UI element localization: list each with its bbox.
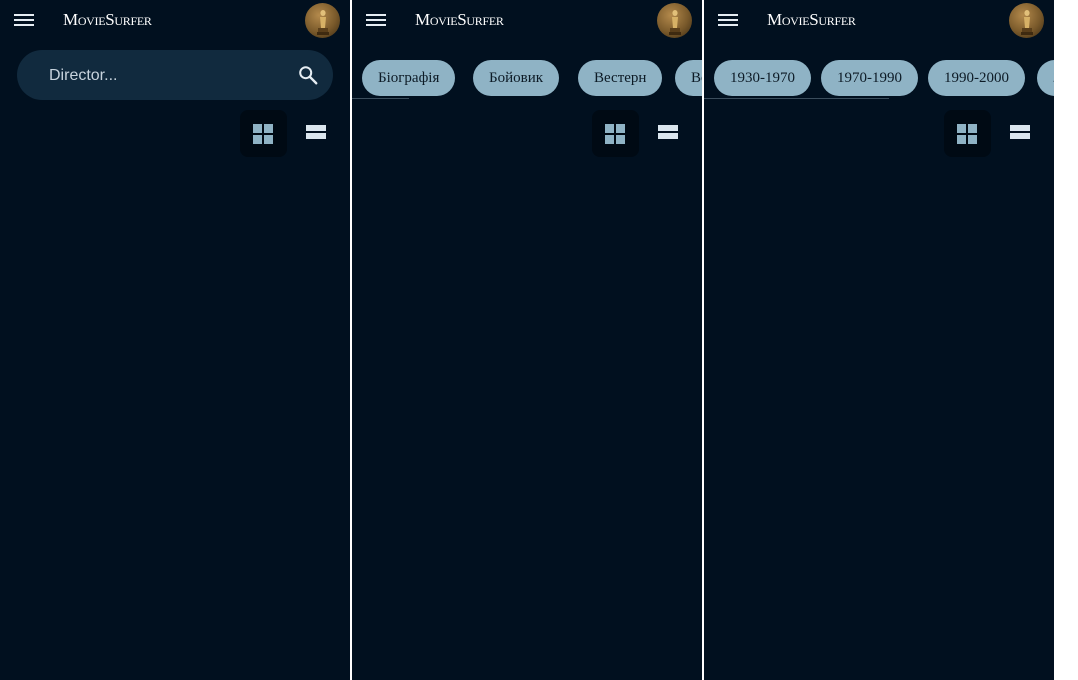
menu-icon[interactable] bbox=[717, 10, 739, 30]
year-chip[interactable]: 2 bbox=[1037, 60, 1054, 96]
grid-view-button[interactable] bbox=[592, 110, 639, 157]
menu-icon[interactable] bbox=[13, 10, 35, 30]
avatar[interactable] bbox=[657, 3, 692, 38]
genre-chip[interactable]: Бойовик bbox=[473, 60, 560, 96]
panel-year-filter: MovieSurfer 1930-1970 1970-1990 1990-200… bbox=[704, 0, 1054, 680]
list-view-icon bbox=[658, 125, 678, 139]
year-chip[interactable]: 1970-1990 bbox=[821, 60, 918, 96]
grid-view-button[interactable] bbox=[944, 110, 991, 157]
grid-view-icon bbox=[605, 124, 625, 144]
avatar[interactable] bbox=[305, 3, 340, 38]
avatar[interactable] bbox=[1009, 3, 1044, 38]
search-input[interactable] bbox=[47, 62, 281, 90]
chip-row-divider bbox=[352, 98, 409, 99]
app-logo[interactable]: MovieSurfer bbox=[767, 10, 856, 30]
list-view-button[interactable] bbox=[303, 118, 330, 148]
list-view-icon bbox=[1010, 125, 1030, 139]
genre-chip[interactable]: Вестерн bbox=[578, 60, 663, 96]
app-logo[interactable]: MovieSurfer bbox=[415, 10, 504, 30]
app-logo[interactable]: MovieSurfer bbox=[63, 10, 152, 30]
genre-chip-row[interactable]: Біографія Бойовик Вестерн Во bbox=[352, 60, 702, 96]
grid-view-button[interactable] bbox=[240, 110, 287, 157]
search-icon[interactable] bbox=[297, 64, 319, 86]
panel-director-search: MovieSurfer bbox=[0, 0, 350, 680]
genre-chip[interactable]: Во bbox=[675, 60, 702, 96]
list-view-button[interactable] bbox=[1007, 118, 1034, 148]
search-bar bbox=[17, 50, 333, 100]
list-view-icon bbox=[306, 125, 326, 139]
menu-icon[interactable] bbox=[365, 10, 387, 30]
year-chip-row[interactable]: 1930-1970 1970-1990 1990-2000 2 bbox=[704, 60, 1054, 96]
genre-chip[interactable]: Біографія bbox=[362, 60, 456, 96]
grid-view-icon bbox=[957, 124, 977, 144]
year-chip[interactable]: 1990-2000 bbox=[928, 60, 1025, 96]
year-chip[interactable]: 1930-1970 bbox=[714, 60, 811, 96]
grid-view-icon bbox=[253, 124, 273, 144]
chip-row-divider bbox=[704, 98, 889, 99]
panel-genre-filter: MovieSurfer Біографія Бойовик Вестерн Во bbox=[352, 0, 702, 680]
list-view-button[interactable] bbox=[655, 118, 682, 148]
